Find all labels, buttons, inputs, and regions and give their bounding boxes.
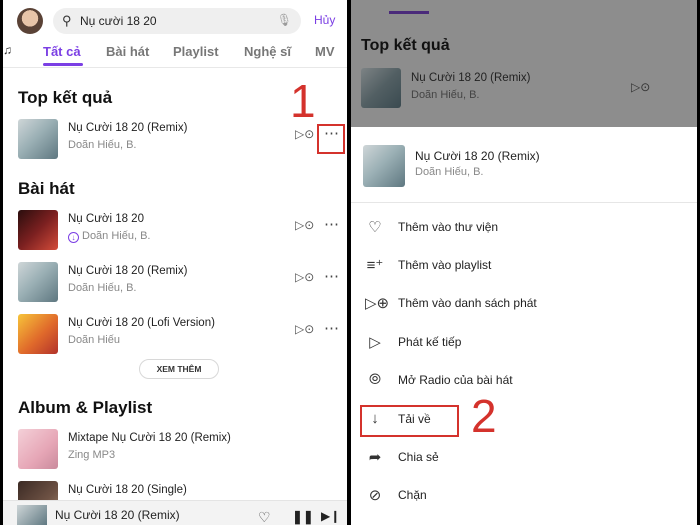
play-next-icon: ▷⊙ bbox=[631, 80, 651, 94]
queue-add-icon: ▷⊕ bbox=[365, 295, 390, 312]
song-thumbnail bbox=[363, 145, 405, 187]
divider bbox=[351, 202, 697, 203]
menu-item-label: Thêm vào playlist bbox=[398, 258, 492, 272]
avatar[interactable] bbox=[17, 8, 43, 34]
tab-songs[interactable]: Bài hát bbox=[106, 44, 149, 59]
song-thumbnail bbox=[18, 314, 58, 354]
menu-item-open-radio[interactable]: ⦾ Mở Radio của bài hát bbox=[351, 363, 697, 399]
play-next-icon[interactable]: ▷⊙ bbox=[295, 218, 314, 232]
menu-item-play-next[interactable]: ▷ Phát kế tiếp bbox=[351, 325, 697, 361]
song-title: Nụ Cười 18 20 (Remix) bbox=[68, 265, 188, 277]
menu-item-block[interactable]: ⊘ Chặn bbox=[351, 478, 697, 514]
song-title: Nụ Cười 18 20 (Remix) bbox=[411, 72, 531, 84]
menu-item-label: Mở Radio của bài hát bbox=[398, 373, 513, 387]
tab-artists[interactable]: Nghệ sĩ bbox=[244, 44, 291, 59]
more-options-icon[interactable]: ⋯ bbox=[324, 319, 339, 337]
pause-icon[interactable]: ❚❚ bbox=[292, 509, 314, 525]
menu-item-add-to-library[interactable]: ♡ Thêm vào thư viện bbox=[351, 210, 697, 246]
menu-item-label: Chia sẻ bbox=[398, 450, 439, 464]
annotation-number-1: 1 bbox=[290, 75, 316, 127]
see-more-button[interactable]: XEM THÊM bbox=[139, 359, 219, 379]
album-title: Mixtape Nụ Cười 18 20 (Remix) bbox=[68, 432, 231, 444]
menu-item-label: Thêm vào thư viện bbox=[398, 220, 499, 234]
menu-item-label: Thêm vào danh sách phát bbox=[398, 296, 537, 310]
block-icon: ⊘ bbox=[368, 487, 382, 504]
play-next-icon: ▷ bbox=[369, 334, 381, 351]
tab-playlist[interactable]: Playlist bbox=[173, 44, 219, 59]
song-row[interactable]: Nụ Cười 18 20 ↓ Doãn Hiếu, B. ▷⊙ ⋯ bbox=[18, 208, 343, 250]
song-artist: Doãn Hiếu, B. bbox=[411, 89, 480, 101]
album-title: Nụ Cười 18 20 (Single) bbox=[68, 484, 187, 496]
result-tabs: Tất cả Bài hát Playlist Nghệ sĩ MV bbox=[3, 40, 347, 68]
song-row[interactable]: Nụ Cười 18 20 (Remix) Doãn Hiếu, B. ▷⊙ ⋯ bbox=[18, 260, 343, 302]
album-owner: Zing MP3 bbox=[68, 449, 116, 461]
tab-mv[interactable]: MV bbox=[315, 44, 335, 59]
active-tab-indicator bbox=[43, 63, 83, 66]
menu-item-share[interactable]: ➦ Chia sẻ bbox=[351, 440, 697, 476]
more-options-icon[interactable]: ⋯ bbox=[324, 267, 339, 285]
menu-item-add-to-queue[interactable]: ▷⊕ Thêm vào danh sách phát bbox=[351, 286, 697, 322]
menu-item-label: Phát kế tiếp bbox=[398, 335, 462, 349]
song-artist: Doãn Hiếu, B. bbox=[68, 282, 137, 294]
player-thumbnail bbox=[17, 505, 47, 525]
share-icon: ➦ bbox=[368, 449, 382, 466]
song-row[interactable]: Nụ Cười 18 20 (Lofi Version) Doãn Hiếu ▷… bbox=[18, 312, 343, 354]
options-bottom-sheet: Nụ Cười 18 20 (Remix) Doãn Hiếu, B. ♡ Th… bbox=[351, 127, 697, 525]
dimmed-background[interactable]: Top kết quả Nụ Cười 18 20 (Remix) Doãn H… bbox=[351, 0, 697, 127]
section-title-top: Top kết quả bbox=[361, 37, 450, 54]
play-next-icon[interactable]: ▷⊙ bbox=[295, 270, 314, 284]
sheet-song-artist: Doãn Hiếu, B. bbox=[415, 166, 484, 178]
song-title: Nụ Cười 18 20 (Lofi Version) bbox=[68, 317, 215, 329]
album-thumbnail bbox=[18, 429, 58, 469]
annotation-box-1 bbox=[317, 124, 345, 154]
more-options-icon[interactable]: ⋯ bbox=[324, 215, 339, 233]
player-song-title: Nụ Cười 18 20 (Remix) bbox=[55, 508, 180, 522]
song-title: Nụ Cười 18 20 (Remix) bbox=[68, 122, 188, 134]
section-title-top: Top kết quả bbox=[18, 88, 113, 107]
add-playlist-icon: ≡⁺ bbox=[366, 257, 384, 274]
section-title-albums: Album & Playlist bbox=[18, 398, 153, 417]
tab-all[interactable]: Tất cả bbox=[43, 44, 81, 59]
search-icon: ⚲ bbox=[62, 13, 72, 28]
cancel-button[interactable]: Hủy bbox=[314, 13, 335, 27]
song-title: Nụ Cười 18 20 bbox=[68, 213, 144, 225]
heart-icon: ♡ bbox=[368, 219, 382, 236]
song-artist: Doãn Hiếu, B. bbox=[68, 139, 137, 151]
annotation-number-2: 2 bbox=[471, 390, 497, 442]
search-input[interactable]: ⚲ Nụ cười 18 20 🎙 bbox=[53, 8, 301, 34]
microphone-icon[interactable]: 🎙 bbox=[277, 13, 292, 27]
annotation-box-2 bbox=[360, 405, 459, 437]
play-next-icon[interactable]: ▷⊙ bbox=[295, 127, 314, 141]
play-next-icon[interactable]: ▷⊙ bbox=[295, 322, 314, 336]
song-thumbnail bbox=[18, 119, 58, 159]
song-artist: Doãn Hiếu bbox=[68, 334, 120, 346]
song-artist: ↓ Doãn Hiếu, B. bbox=[68, 230, 150, 243]
radio-icon: ⦾ bbox=[368, 371, 381, 388]
top-bar: ⚲ Nụ cười 18 20 🎙 Hủy bbox=[3, 0, 347, 40]
song-thumbnail bbox=[18, 262, 58, 302]
album-row[interactable]: Mixtape Nụ Cười 18 20 (Remix) Zing MP3 bbox=[18, 427, 343, 469]
skip-next-icon[interactable]: ▶❙ bbox=[321, 509, 340, 523]
song-thumbnail bbox=[18, 210, 58, 250]
search-results-panel: ⚲ Nụ cười 18 20 🎙 Hủy ♫ Tất cả Bài hát P… bbox=[3, 0, 347, 525]
sheet-song-title: Nụ Cười 18 20 (Remix) bbox=[415, 149, 540, 163]
heart-icon[interactable]: ♡ bbox=[258, 509, 271, 525]
active-tab-indicator bbox=[389, 11, 429, 14]
downloaded-icon: ↓ bbox=[68, 232, 79, 243]
section-title-songs: Bài hát bbox=[18, 179, 75, 198]
song-thumbnail bbox=[361, 68, 401, 108]
menu-item-label: Chặn bbox=[398, 488, 427, 502]
mini-player[interactable]: Nụ Cười 18 20 (Remix) ♡ ❚❚ ▶❙ bbox=[3, 500, 347, 525]
options-panel: Top kết quả Nụ Cười 18 20 (Remix) Doãn H… bbox=[351, 0, 697, 525]
search-query[interactable]: Nụ cười 18 20 bbox=[80, 14, 157, 28]
menu-item-add-to-playlist[interactable]: ≡⁺ Thêm vào playlist bbox=[351, 248, 697, 284]
